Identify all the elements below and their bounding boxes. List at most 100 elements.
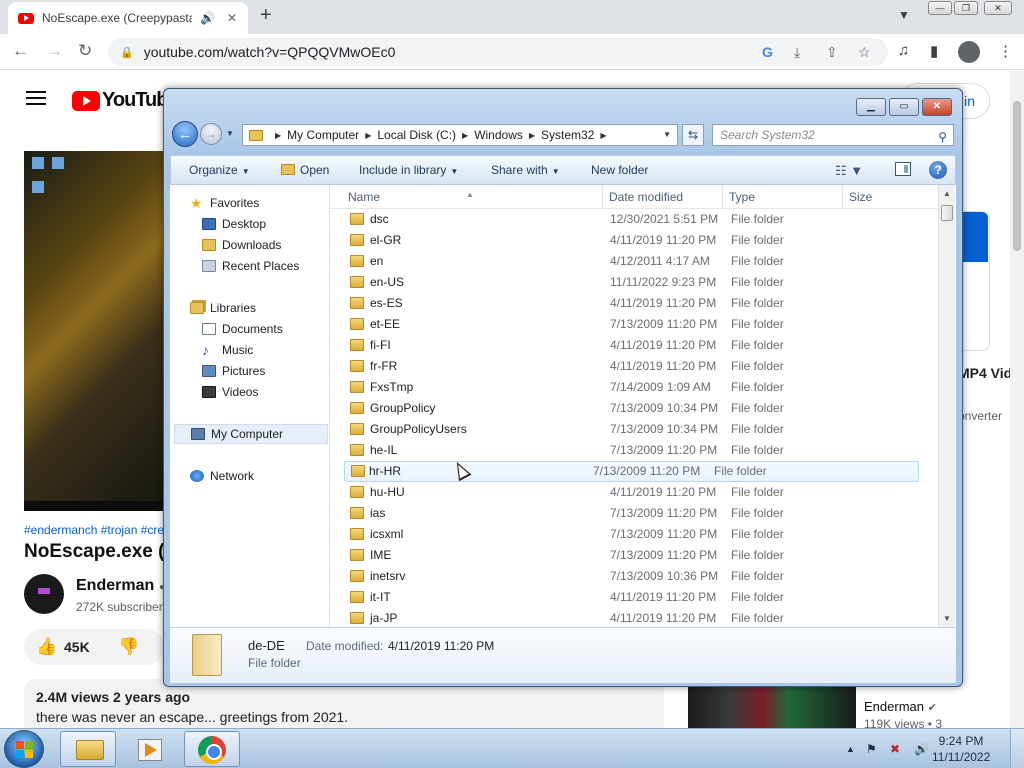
tray-expand-icon[interactable]: ▲ <box>846 744 855 754</box>
new-folder-button[interactable]: New folder <box>591 163 648 177</box>
window-minimize-button[interactable]: — <box>928 1 952 15</box>
file-name[interactable]: en-US <box>370 275 404 289</box>
nav-my-computer[interactable]: My Computer <box>174 424 328 444</box>
bookmark-star-icon[interactable]: ☆ <box>858 44 871 61</box>
channel-avatar[interactable] <box>24 574 64 614</box>
breadcrumb-item[interactable]: My Computer <box>287 128 359 142</box>
file-name[interactable]: inetsrv <box>370 569 405 583</box>
chevron-right-icon[interactable]: ▶ <box>462 131 468 140</box>
help-icon[interactable]: ? <box>929 161 947 179</box>
file-name[interactable]: es-ES <box>370 296 403 310</box>
chevron-right-icon[interactable]: ▶ <box>600 131 606 140</box>
breadcrumb-item[interactable]: Local Disk (C:) <box>377 128 456 142</box>
file-name[interactable]: et-EE <box>370 317 400 331</box>
file-name[interactable]: hr-HR <box>369 464 401 478</box>
youtube-logo[interactable]: YouTube <box>72 89 179 112</box>
search-placeholder[interactable]: Search System32 <box>720 128 815 142</box>
explorer-close-button[interactable]: ✕ <box>922 98 952 116</box>
open-button[interactable]: Open <box>281 163 329 177</box>
file-row[interactable]: inetsrv 7/13/2009 10:36 PM File folder <box>330 566 938 587</box>
reload-icon[interactable]: ↻ <box>78 41 92 61</box>
file-row[interactable]: hu-HU 4/11/2019 11:20 PM File folder <box>330 482 938 503</box>
address-bar[interactable]: 🔒 youtube.com/watch?v=QPQQVMwOEc0 G ⤓ ⇪ … <box>108 38 888 66</box>
video-player[interactable] <box>24 151 169 511</box>
change-view-icon[interactable]: ☷ ▼ <box>835 163 863 179</box>
file-name[interactable]: fi-FI <box>370 338 391 352</box>
page-scrollbar[interactable] <box>1010 71 1024 728</box>
file-name[interactable]: fr-FR <box>370 359 397 373</box>
side-panel-icon[interactable]: ▮ <box>930 42 938 60</box>
audio-playing-icon[interactable]: 🔊 <box>200 11 215 25</box>
file-row[interactable]: en 4/12/2011 4:17 AM File folder <box>330 251 938 272</box>
forward-arrow-icon[interactable]: → <box>46 41 63 61</box>
file-name[interactable]: ias <box>370 506 385 520</box>
breadcrumb-item[interactable]: Windows <box>474 128 523 142</box>
clock-date[interactable]: 11/11/2022 <box>932 749 990 765</box>
back-arrow-icon[interactable]: ← <box>172 121 198 147</box>
recommended-channel[interactable]: Enderman ✔ <box>864 699 937 714</box>
preview-pane-icon[interactable] <box>895 162 911 176</box>
system-clock[interactable]: 9:24 PM 11/11/2022 <box>932 733 990 765</box>
column-name[interactable]: Name <box>348 190 380 204</box>
file-name[interactable]: el-GR <box>370 233 401 247</box>
nav-label[interactable]: Pictures <box>222 364 265 378</box>
column-date[interactable]: Date modified <box>609 190 683 204</box>
organize-label[interactable]: Organize <box>189 163 238 177</box>
explorer-search-input[interactable]: Search System32 ⚲ <box>712 124 954 146</box>
nav-libraries[interactable]: Libraries <box>190 298 350 318</box>
open-label[interactable]: Open <box>300 163 329 177</box>
nav-label[interactable]: Downloads <box>222 238 281 252</box>
file-row[interactable]: dsc 12/30/2021 5:51 PM File folder <box>330 209 938 230</box>
menu-kebab-icon[interactable]: ⋮ <box>998 42 1013 60</box>
file-name[interactable]: ja-JP <box>370 611 397 625</box>
profile-avatar[interactable] <box>958 41 980 63</box>
column-type[interactable]: Type <box>729 190 755 204</box>
file-list-scrollbar[interactable]: ▲ ▼ <box>938 185 955 627</box>
nav-label[interactable]: Music <box>222 343 253 357</box>
action-center-icon[interactable]: ⚑ <box>866 742 877 756</box>
channel-name[interactable]: Enderman ✔ <box>76 577 169 595</box>
column-size[interactable]: Size <box>849 190 872 204</box>
scrollbar-thumb[interactable] <box>941 205 953 221</box>
nav-label[interactable]: Network <box>210 469 254 483</box>
nav-label[interactable]: Favorites <box>210 196 259 210</box>
channel-name-text[interactable]: Enderman <box>76 577 154 594</box>
column-separator[interactable] <box>722 185 723 209</box>
scroll-down-icon[interactable]: ▼ <box>943 614 951 623</box>
share-icon[interactable]: ⇪ <box>826 44 838 61</box>
file-row[interactable]: es-ES 4/11/2019 11:20 PM File folder <box>330 293 938 314</box>
breadcrumb-item[interactable]: System32 <box>541 128 594 142</box>
back-arrow-icon[interactable]: ← <box>12 41 29 61</box>
file-row[interactable]: it-IT 4/11/2019 11:20 PM File folder <box>330 587 938 608</box>
organize-button[interactable]: Organize ▼ <box>189 163 250 177</box>
nav-label[interactable]: Videos <box>222 385 258 399</box>
window-restore-button[interactable]: ❐ <box>954 1 978 15</box>
file-row[interactable]: GroupPolicy 7/13/2009 10:34 PM File folder <box>330 398 938 419</box>
start-button[interactable] <box>4 730 44 768</box>
file-name[interactable]: GroupPolicy <box>370 401 435 415</box>
recommended-thumbnail[interactable] <box>688 687 856 728</box>
share-with-button[interactable]: Share with ▼ <box>491 163 560 177</box>
nav-network[interactable]: Network <box>190 466 350 486</box>
url-text[interactable]: youtube.com/watch?v=QPQQVMwOEc0 <box>144 44 396 60</box>
file-name[interactable]: en <box>370 254 383 268</box>
file-row[interactable]: ja-JP 4/11/2019 11:20 PM File folder <box>330 608 938 627</box>
file-row[interactable]: ias 7/13/2009 11:20 PM File folder <box>330 503 938 524</box>
search-icon[interactable]: ⚲ <box>938 127 947 147</box>
file-row[interactable]: en-US 11/11/2022 9:23 PM File folder <box>330 272 938 293</box>
file-row[interactable]: FxsTmp 7/14/2009 1:09 AM File folder <box>330 377 938 398</box>
share-label[interactable]: Share with <box>491 163 548 177</box>
google-translate-icon[interactable]: G <box>762 44 773 60</box>
taskbar-chrome-button[interactable] <box>184 731 240 767</box>
file-row[interactable]: el-GR 4/11/2019 11:20 PM File folder <box>330 230 938 251</box>
file-row[interactable]: he-IL 7/13/2009 11:20 PM File folder <box>330 440 938 461</box>
nav-label[interactable]: Recent Places <box>222 259 299 273</box>
nav-label[interactable]: Desktop <box>222 217 266 231</box>
volume-icon[interactable]: 🔊 <box>914 742 929 756</box>
scroll-up-icon[interactable]: ▲ <box>943 189 951 198</box>
explorer-minimize-button[interactable]: ▁ <box>856 98 886 116</box>
tab-search-chevron-icon[interactable]: ▼ <box>898 8 910 22</box>
tab-close-icon[interactable]: ✕ <box>227 11 237 25</box>
chevron-right-icon[interactable]: ▶ <box>529 131 535 140</box>
chevron-right-icon[interactable]: ▶ <box>275 131 281 140</box>
